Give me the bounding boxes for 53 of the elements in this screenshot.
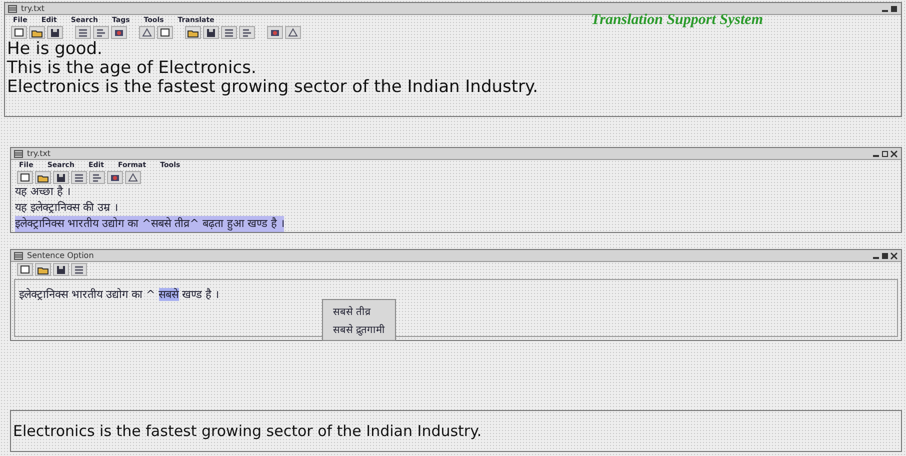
toolbar-button[interactable] xyxy=(221,26,237,38)
text-line: He is good. xyxy=(6,40,104,59)
toolbar-button[interactable] xyxy=(125,170,141,184)
window-icon xyxy=(14,252,23,260)
toolbar-button[interactable] xyxy=(53,262,69,276)
window-icon xyxy=(14,150,23,158)
toolbar-button[interactable] xyxy=(75,26,91,38)
toolbar-button[interactable] xyxy=(157,26,173,38)
toolbar-button[interactable] xyxy=(107,170,123,184)
toolbar-button[interactable] xyxy=(71,170,87,184)
text-line: This is the age of Electronics. xyxy=(6,59,258,78)
toolbar-button[interactable] xyxy=(35,262,51,276)
toolbar-button[interactable] xyxy=(17,170,33,184)
toolbar-button[interactable] xyxy=(111,26,127,38)
text-line: यह अच्छा है । xyxy=(15,184,70,200)
close-icon[interactable] xyxy=(890,150,898,158)
toolbar-button[interactable] xyxy=(71,262,87,276)
toolbar-button[interactable] xyxy=(35,170,51,184)
toolbar-button[interactable] xyxy=(185,26,201,38)
toolbar-button[interactable] xyxy=(93,26,109,38)
triangle-icon xyxy=(286,26,300,38)
triangle-icon xyxy=(126,170,140,184)
toolbar-button[interactable] xyxy=(53,170,69,184)
page-icon xyxy=(18,170,32,184)
menu-option[interactable]: सबसे तीव्र xyxy=(323,302,396,320)
window-title: Sentence Option xyxy=(27,251,95,260)
sentence-text: इलेक्ट्रानिक्स भारतीय उद्योग का ^ सबसे खण्ड है । xyxy=(19,288,220,301)
restore-icon[interactable] xyxy=(881,150,889,158)
triangle-icon xyxy=(140,26,154,38)
page-icon xyxy=(12,26,26,38)
close-icon[interactable] xyxy=(890,252,898,260)
window-title: try.txt xyxy=(21,4,46,13)
menu-option[interactable]: सबसे द्रुतगामी xyxy=(323,320,396,338)
toolbar-button[interactable] xyxy=(29,26,45,38)
output-sentence: Electronics is the fastest growing sector of the Indian Industry. xyxy=(13,422,482,440)
maximize-icon[interactable] xyxy=(890,4,898,12)
maximize-icon[interactable] xyxy=(881,252,889,260)
window-title: try.txt xyxy=(27,149,52,158)
toolbar-button[interactable] xyxy=(239,26,255,38)
window-icon xyxy=(8,4,17,12)
app-title: Translation Support System xyxy=(591,12,763,28)
toolbar-button[interactable] xyxy=(11,26,27,38)
toolbar-button[interactable] xyxy=(47,26,63,38)
toolbar-button[interactable] xyxy=(267,26,283,38)
toolbar-button[interactable] xyxy=(203,26,219,38)
toolbar-button[interactable] xyxy=(139,26,155,38)
toolbar-button[interactable] xyxy=(17,262,33,276)
toolbar-button[interactable] xyxy=(285,26,301,38)
text-line: Electronics is the fastest growing sector of the Indian Industry. xyxy=(6,78,540,97)
page-icon xyxy=(158,26,172,38)
toolbar-button[interactable] xyxy=(89,170,105,184)
page-icon xyxy=(18,262,32,276)
text-line: यह इलेक्ट्रानिक्स की उम्र । xyxy=(15,200,118,216)
